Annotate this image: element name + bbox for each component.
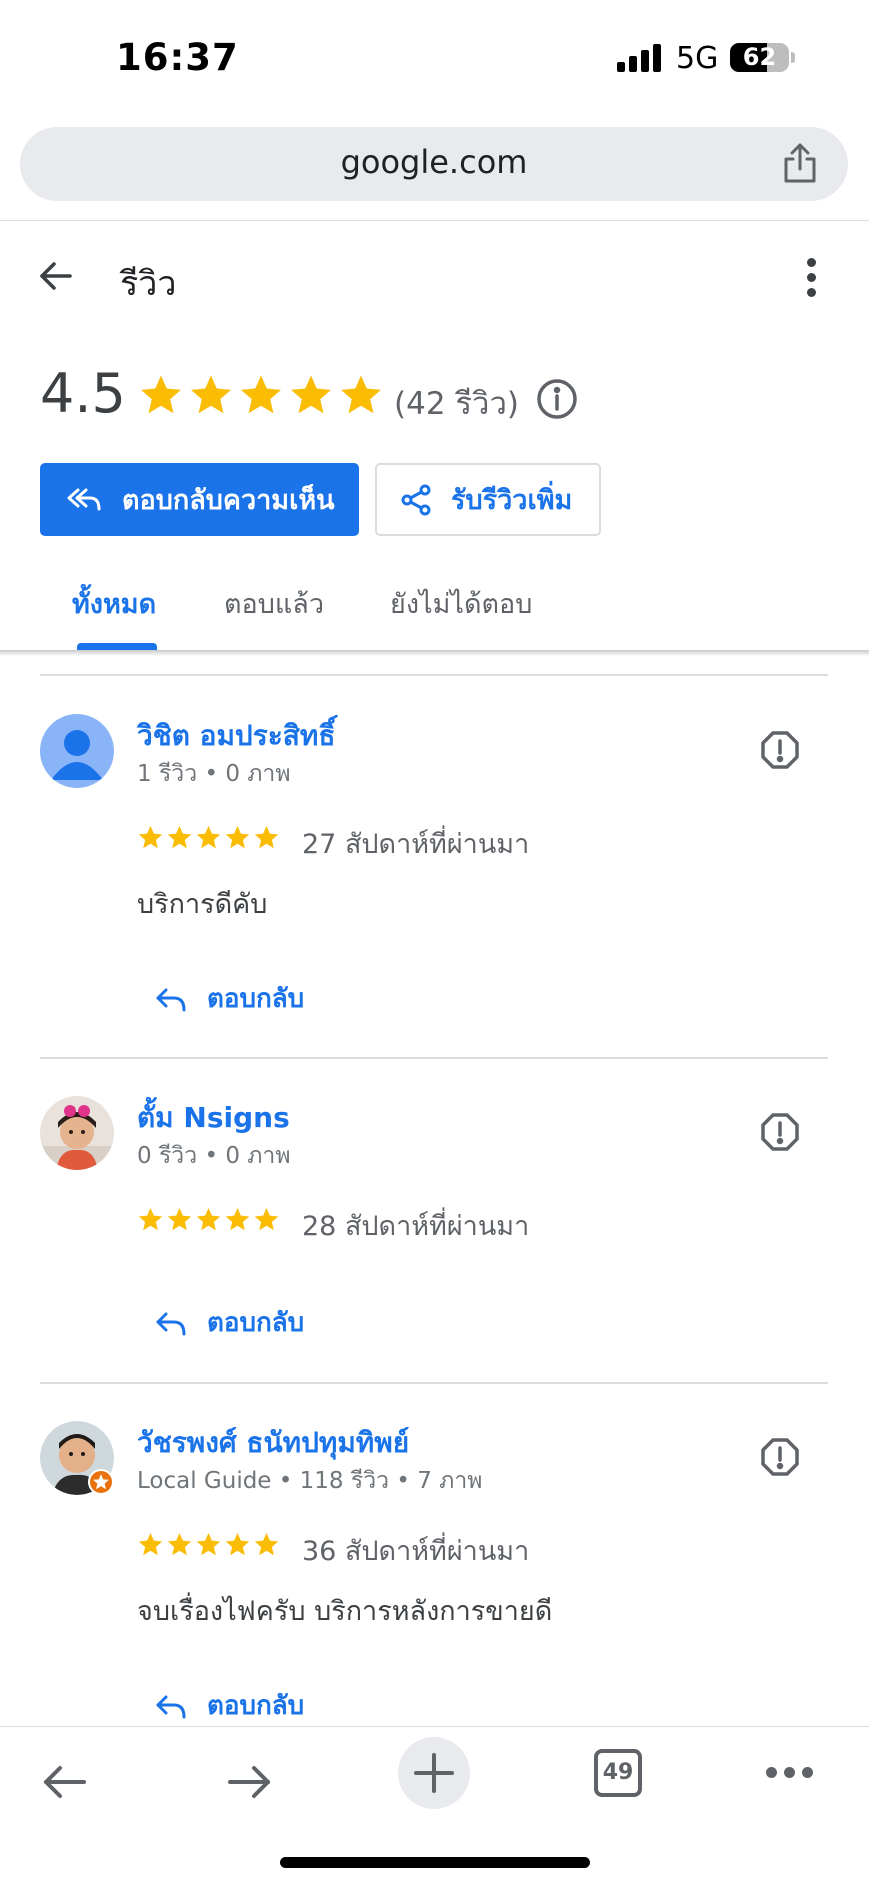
star-icon	[191, 375, 231, 414]
reply-button[interactable]: ตอบกลับ	[155, 1685, 304, 1726]
status-time: 16:37	[116, 36, 239, 79]
divider	[40, 674, 828, 676]
report-icon[interactable]	[760, 1112, 800, 1152]
tab-all[interactable]: ทั้งหมด	[72, 582, 156, 625]
report-icon[interactable]	[760, 730, 800, 770]
more-options-icon[interactable]	[800, 258, 824, 298]
share-icon[interactable]	[780, 141, 820, 185]
new-tab-button[interactable]	[398, 1737, 470, 1809]
star-icon	[196, 1533, 221, 1556]
more-icon[interactable]	[766, 1767, 814, 1779]
review-time: 27 สัปดาห์ที่ผ่านมา	[302, 829, 530, 860]
reply-label: ตอบกลับ	[207, 984, 305, 1014]
review-time: 36 สัปดาห์ที่ผ่านมา	[302, 1536, 530, 1567]
review-text: บริการดีคับ	[137, 889, 268, 920]
reply-icon	[156, 988, 186, 1011]
info-icon[interactable]	[536, 378, 578, 420]
tab-unreplied[interactable]: ยังไม่ได้ตอบ	[390, 582, 532, 625]
report-icon[interactable]	[760, 1437, 800, 1477]
review-count: (42 รีวิว)	[394, 386, 519, 422]
tab-switcher-button[interactable]: 49	[594, 1749, 642, 1797]
reply-button[interactable]: ตอบกลับ	[155, 978, 304, 1019]
get-more-reviews-label: รับรีวิวเพิ่ม	[451, 485, 573, 516]
star-icon	[141, 375, 181, 414]
local-guide-badge-icon	[88, 1469, 114, 1495]
divider	[40, 1057, 828, 1059]
reply-button[interactable]: ตอบกลับ	[155, 1302, 304, 1343]
reviewer-name[interactable]: วิชิต อมประสิทธิ์	[137, 714, 335, 758]
forward-icon[interactable]	[224, 1757, 274, 1807]
active-tab-indicator	[77, 643, 157, 650]
network-type: 5G	[676, 41, 719, 76]
toolbar-divider	[0, 220, 869, 221]
rating-stars	[138, 372, 384, 418]
star-icon	[341, 375, 381, 414]
star-icon	[167, 826, 192, 849]
review-stars	[137, 824, 280, 851]
reviewer-name[interactable]: ตั้ม Nsigns	[137, 1096, 290, 1140]
plus-icon	[414, 1753, 454, 1793]
reviewer-meta: 1 รีวิว • 0 ภาพ	[137, 761, 291, 787]
reviewer-name[interactable]: วัชรพงศ์ ธนัทปทุมทิพย์	[137, 1421, 409, 1465]
tab-replied[interactable]: ตอบแล้ว	[224, 582, 324, 625]
battery-level: 62	[742, 43, 777, 71]
star-icon	[254, 826, 279, 849]
tabs-shadow	[0, 650, 869, 656]
avatar[interactable]	[40, 714, 114, 788]
review-time: 28 สัปดาห์ที่ผ่านมา	[302, 1211, 530, 1242]
review-text: จบเรื่องไฟครับ บริการหลังการขายดี	[137, 1596, 553, 1627]
address-bar[interactable]: google.com	[20, 127, 848, 201]
star-icon	[254, 1533, 279, 1556]
reply-all-icon	[67, 488, 101, 510]
star-icon	[138, 826, 163, 849]
signal-icon	[617, 44, 663, 72]
battery-icon: 62	[730, 43, 789, 72]
review-stars	[137, 1206, 280, 1233]
battery-tip	[791, 52, 795, 63]
star-icon	[254, 1208, 279, 1231]
avatar[interactable]	[40, 1096, 114, 1170]
star-icon	[196, 826, 221, 849]
star-icon	[167, 1208, 192, 1231]
page-title: รีวิว	[120, 264, 177, 304]
star-icon	[225, 1208, 250, 1231]
reply-label: ตอบกลับ	[207, 1308, 305, 1338]
share-nodes-icon	[401, 484, 431, 515]
browser-toolbar: 49	[0, 1726, 869, 1884]
avatar[interactable]	[40, 1421, 114, 1495]
url-text[interactable]: google.com	[20, 143, 848, 181]
divider	[40, 1382, 828, 1384]
star-icon	[241, 375, 281, 414]
filter-tabs: ทั้งหมด ตอบแล้ว ยังไม่ได้ตอบ	[0, 560, 869, 650]
reply-icon	[156, 1695, 186, 1718]
reviewer-meta: 0 รีวิว • 0 ภาพ	[137, 1143, 291, 1169]
reply-icon	[156, 1312, 186, 1335]
star-icon	[138, 1208, 163, 1231]
back-arrow-icon[interactable]	[36, 256, 76, 296]
home-indicator	[280, 1857, 590, 1868]
star-icon	[138, 1533, 163, 1556]
reviewer-meta: Local Guide • 118 รีวิว • 7 ภาพ	[137, 1468, 483, 1494]
star-icon	[291, 375, 331, 414]
star-icon	[196, 1208, 221, 1231]
get-more-reviews-button[interactable]: รับรีวิวเพิ่ม	[375, 463, 601, 536]
star-icon	[167, 1533, 192, 1556]
average-rating: 4.5	[40, 362, 126, 425]
reply-reviews-button[interactable]: ตอบกลับความเห็น	[40, 463, 359, 536]
star-icon	[225, 1533, 250, 1556]
status-bar: 16:37 5G 62	[0, 0, 869, 110]
reply-reviews-label: ตอบกลับความเห็น	[122, 485, 335, 516]
review-stars	[137, 1531, 280, 1558]
back-icon[interactable]	[40, 1757, 90, 1807]
star-icon	[225, 826, 250, 849]
reply-label: ตอบกลับ	[207, 1691, 305, 1721]
